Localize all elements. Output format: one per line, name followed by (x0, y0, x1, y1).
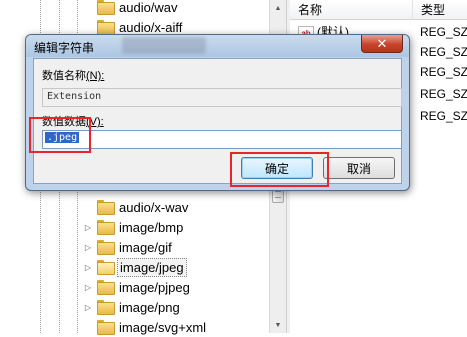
values-list-header: 名称 类型 (290, 0, 467, 20)
background-window-title-ghost (122, 37, 206, 54)
value-type: REG_SZ (420, 87, 467, 101)
tree-item-label: audio/x-aiff (119, 19, 183, 35)
folder-icon (97, 0, 115, 15)
folder-icon (97, 300, 115, 315)
folder-icon (97, 200, 115, 215)
value-name-label: 数值名称(N): (42, 70, 105, 82)
tree-item-label: image/bmp (119, 219, 184, 235)
dialog-title: 编辑字符串 (34, 41, 95, 55)
value-data-input[interactable]: .jpeg (42, 130, 402, 149)
scroll-up-arrow-icon[interactable]: ▲ (270, 0, 286, 16)
dialog-titlebar[interactable]: 编辑字符串 ✕ (26, 35, 409, 57)
tree-item-audio-wav[interactable]: audio/wav (82, 0, 267, 17)
dialog-body: 数值名称(N): Extension 数值数据(V): .jpeg 确定 取消 (33, 58, 402, 184)
folder-icon (97, 280, 115, 295)
selected-value-text: .jpeg (45, 132, 80, 143)
value-name-field: Extension (42, 88, 402, 107)
value-type: REG_SZ (420, 25, 467, 39)
tree-item-image-svg-xml[interactable]: image/svg+xml (82, 317, 267, 337)
tree-item-image-pjpeg[interactable]: ▷ image/pjpeg (82, 277, 267, 297)
tree-item-label: image/png (119, 299, 180, 315)
tree-item-image-gif[interactable]: ▷ image/gif (82, 237, 267, 257)
value-data-label: 数值数据(V): (42, 116, 104, 128)
tree-item-label: audio/wav (119, 0, 178, 15)
folder-icon (97, 20, 115, 35)
column-header-name[interactable]: 名称 (290, 0, 413, 20)
folder-icon (97, 260, 115, 275)
tree-item-label: image/pjpeg (119, 279, 190, 295)
value-type: REG_SZ (420, 65, 467, 79)
triangle-right-icon[interactable]: ▷ (82, 241, 94, 253)
value-type: REG_SZ (420, 45, 467, 59)
tree-expander-blank (82, 1, 94, 13)
scroll-down-arrow-icon[interactable]: ▼ (270, 317, 286, 333)
value-type: REG_SZ (420, 109, 467, 123)
triangle-right-icon[interactable]: ▷ (82, 281, 94, 293)
triangle-right-icon[interactable]: ▷ (82, 301, 94, 313)
tree-item-audio-x-wav[interactable]: audio/x-wav (82, 197, 267, 217)
ok-button[interactable]: 确定 (241, 157, 313, 179)
edit-string-dialog: 编辑字符串 ✕ 数值名称(N): Extension 数值数据(V): .jpe… (25, 34, 410, 191)
tree-expander-blank (82, 321, 94, 333)
close-icon[interactable]: ✕ (361, 35, 403, 53)
triangle-right-icon[interactable]: ▷ (82, 261, 94, 273)
tree-expander-blank (82, 21, 94, 33)
folder-icon (97, 240, 115, 255)
tree-expander-blank (82, 201, 94, 213)
tree-item-image-bmp[interactable]: ▷ image/bmp (82, 217, 267, 237)
triangle-right-icon[interactable]: ▷ (82, 221, 94, 233)
tree-item-label: audio/x-wav (119, 199, 189, 215)
column-header-type[interactable]: 类型 (413, 0, 467, 20)
tree-item-image-jpeg[interactable]: ▷ image/jpeg (82, 257, 267, 277)
folder-icon (97, 220, 115, 235)
tree-item-image-png[interactable]: ▷ image/png (82, 297, 267, 317)
tree-item-label: image/jpeg (117, 257, 187, 277)
tree-item-label: image/gif (119, 239, 172, 255)
folder-icon (97, 320, 115, 335)
cancel-button[interactable]: 取消 (323, 157, 395, 179)
